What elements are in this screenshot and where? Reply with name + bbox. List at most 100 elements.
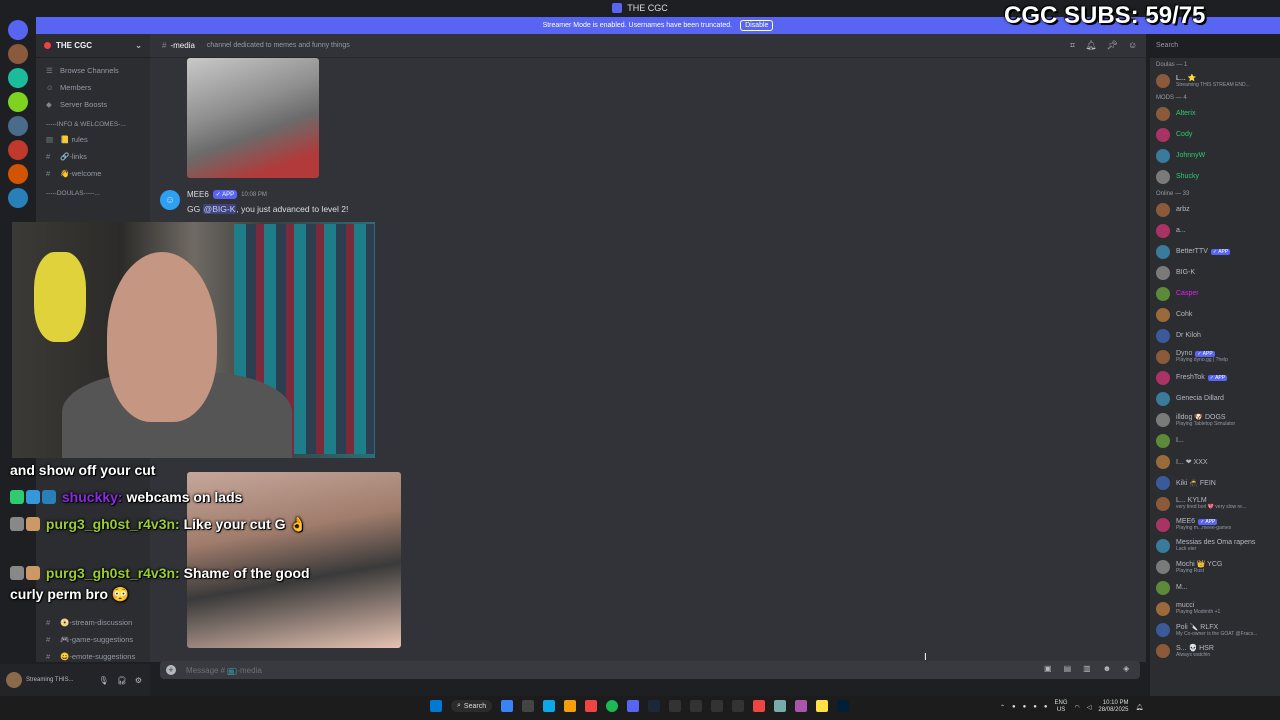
app-icon[interactable] [669, 700, 682, 712]
search-input[interactable]: Search [1150, 40, 1276, 54]
app-icon[interactable] [690, 700, 703, 712]
channel-welcome[interactable]: # 👋 -welcome [36, 165, 150, 182]
member-item[interactable]: Poli 🔪 RLFX My Co-owner is the GOAT @Frac… [1150, 619, 1280, 640]
avatar[interactable] [6, 672, 22, 688]
member-item[interactable]: Alterix [1150, 103, 1280, 124]
member-item[interactable]: Genecia Dillard [1150, 388, 1280, 409]
banner-text: Streamer Mode is enabled. Usernames have… [542, 22, 733, 29]
home-icon[interactable] [8, 20, 28, 40]
app-icon[interactable] [522, 700, 535, 712]
tray-icon[interactable]: ● [1033, 704, 1037, 710]
author-name[interactable]: MEE6 [187, 190, 209, 199]
member-item[interactable]: I... [1150, 430, 1280, 451]
tray-icon[interactable]: ● [1044, 704, 1048, 710]
app-icon[interactable] [711, 700, 724, 712]
member-item[interactable]: I... ❤ XXX [1150, 451, 1280, 472]
microphone-icon[interactable]: 🎙︎ [99, 676, 109, 685]
member-item[interactable]: Mochi 👑 YCG Playing Rust [1150, 556, 1280, 577]
member-item[interactable]: illdog 🐶 DOGS Playing Tabletop Simulator [1150, 409, 1280, 430]
member-item[interactable]: arbz [1150, 199, 1280, 220]
member-item[interactable]: M... [1150, 577, 1280, 598]
member-item[interactable]: Cohk [1150, 304, 1280, 325]
apps-icon[interactable]: ◈ [1123, 664, 1129, 673]
member-item[interactable]: Dyno ✓ APP Playing dyno.gg | ?help [1150, 346, 1280, 367]
member-item[interactable]: Shucky [1150, 166, 1280, 187]
photoshop-icon[interactable] [837, 700, 850, 712]
server-icon[interactable] [8, 188, 28, 208]
member-item[interactable]: Kiki 🥷 FEIN [1150, 472, 1280, 493]
chevron-up-icon[interactable]: ⌃ [1000, 704, 1005, 711]
category-doulas[interactable]: -----DOULAS-----... [36, 186, 150, 200]
server-icon[interactable] [8, 116, 28, 136]
wifi-icon[interactable]: ◠ [1075, 704, 1080, 711]
threads-icon[interactable]: ⌗ [1070, 40, 1075, 51]
gear-icon[interactable]: ⚙ [135, 676, 142, 685]
volume-icon[interactable]: ◁ [1087, 704, 1092, 711]
member-item[interactable]: BetterTTV ✓ APP [1150, 241, 1280, 262]
user-mention[interactable]: @BIG-K [202, 204, 237, 214]
category-info[interactable]: -----INFO & WELCOMES-... [36, 117, 150, 131]
member-list-icon[interactable]: ☺ [1128, 40, 1137, 51]
spotify-icon[interactable] [606, 700, 619, 712]
server-icon[interactable] [8, 44, 28, 64]
avatar[interactable]: ☺ [160, 190, 180, 210]
app-icon[interactable] [501, 700, 514, 712]
server-icon[interactable] [8, 140, 28, 160]
pin-icon[interactable]: 📌︎ [1107, 40, 1118, 51]
server-icon[interactable] [8, 92, 28, 112]
channel-stream-discussion[interactable]: # 📀 -stream-discussion [36, 614, 150, 631]
notification-bell-icon[interactable]: 🔔︎ [1135, 704, 1143, 711]
bell-icon[interactable]: 🔔︎ [1085, 40, 1096, 51]
server-icon[interactable] [8, 68, 28, 88]
steam-icon[interactable] [648, 700, 661, 712]
member-item[interactable]: MEE6 ✓ APP Playing m...meee-games [1150, 514, 1280, 535]
sticker-icon[interactable]: ▥ [1083, 664, 1091, 673]
notes-icon[interactable] [816, 700, 829, 712]
app-icon[interactable] [753, 700, 766, 712]
member-item[interactable]: Casper [1150, 283, 1280, 304]
sidebar-item-server-boosts[interactable]: ◆ Server Boosts [36, 96, 150, 113]
tray-icon[interactable]: ● [1012, 704, 1016, 710]
taskbar-search[interactable]: ⌕ Search [451, 700, 493, 712]
member-item[interactable]: mucci Playing Modrinth +1 [1150, 598, 1280, 619]
member-item[interactable]: JohnnyW [1150, 145, 1280, 166]
member-item[interactable]: Cody [1150, 124, 1280, 145]
avatar [1156, 202, 1170, 217]
member-item[interactable]: Messias des Oma rapens Lack eier [1150, 535, 1280, 556]
app-icon[interactable] [543, 700, 556, 712]
member-item[interactable]: BIG-K [1150, 262, 1280, 283]
member-item[interactable]: L... ⭐ Streaming THIS STREAM END... [1150, 70, 1280, 91]
attachment-image[interactable] [187, 58, 319, 178]
channel-emote-suggestions[interactable]: # 😀 -emote-suggestions [36, 648, 150, 665]
server-header[interactable]: THE CGC ⌄ [36, 34, 150, 58]
plus-icon[interactable]: + [166, 665, 176, 675]
channel-rules[interactable]: ▤ 📒 rules [36, 131, 150, 148]
folder-icon[interactable] [564, 700, 577, 712]
disable-button[interactable]: Disable [740, 20, 774, 31]
tray-icon[interactable]: ● [1023, 704, 1027, 710]
browser-icon[interactable] [585, 700, 598, 712]
app-icon[interactable] [795, 700, 808, 712]
app-icon[interactable] [774, 700, 787, 712]
member-item[interactable]: S... 💀 HSR Always watchin [1150, 640, 1280, 661]
emoji-icon[interactable]: ☻ [1103, 664, 1111, 673]
server-icon[interactable] [8, 164, 28, 184]
windows-start-icon[interactable] [430, 700, 442, 712]
channel-game-suggestions[interactable]: # 🎮 -game-suggestions [36, 631, 150, 648]
app-icon[interactable] [732, 700, 745, 712]
headphones-icon[interactable]: 🎧︎ [117, 676, 127, 685]
sidebar-item-browse-channels[interactable]: ☰ Browse Channels [36, 62, 150, 79]
language-indicator[interactable]: ENG US [1055, 700, 1068, 714]
member-item[interactable]: a... [1150, 220, 1280, 241]
clock[interactable]: 10:10 PM 28/08/2025 [1098, 700, 1128, 714]
channel-links[interactable]: # 🔗 -links [36, 148, 150, 165]
member-item[interactable]: FreshTok ✓ APP [1150, 367, 1280, 388]
member-item[interactable]: Dr Kiloh [1150, 325, 1280, 346]
gift-icon[interactable]: ▣ [1044, 664, 1052, 673]
member-item[interactable]: L... KYLM very tired borl 💖 very slow re.… [1150, 493, 1280, 514]
discord-icon[interactable] [627, 700, 640, 712]
gif-icon[interactable]: ▤ [1064, 664, 1072, 673]
channel-topic[interactable]: channel dedicated to memes and funny thi… [207, 42, 350, 49]
sidebar-item-members[interactable]: ☺ Members [36, 79, 150, 96]
message-input[interactable]: + Message # 📺-media [160, 661, 1140, 679]
